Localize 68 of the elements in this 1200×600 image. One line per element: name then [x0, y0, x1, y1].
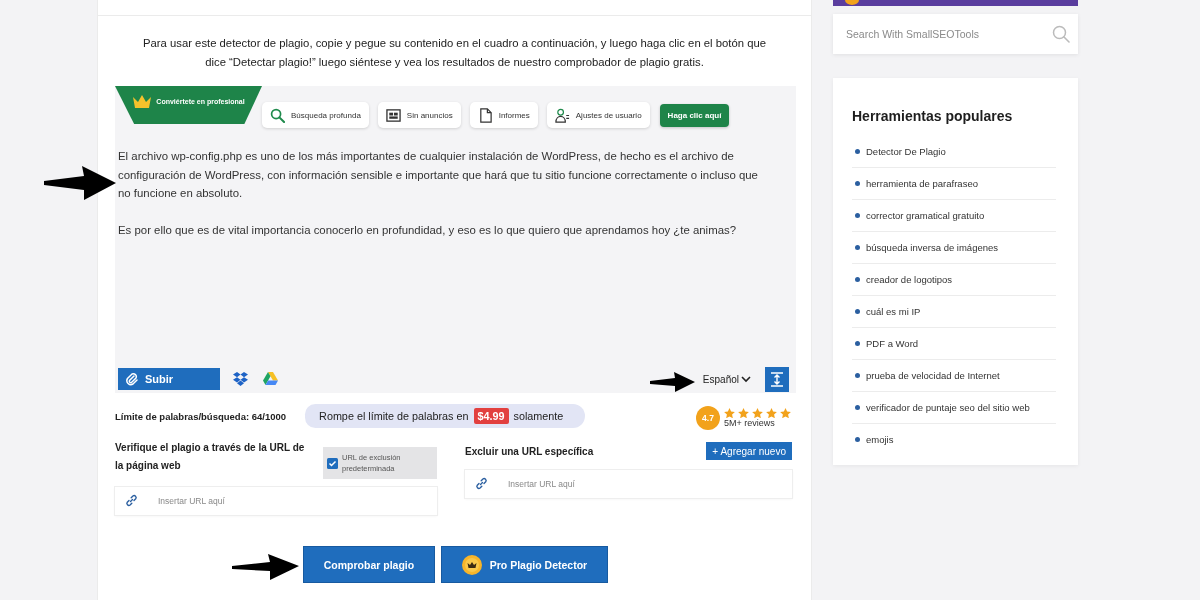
text-input-area[interactable]: El archivo wp-config.php es uno de los más importantes de cualquier instalación de WordPress, de hecho es el archivo de configuración de WordPress, con información sensible e importante que hará que tu sitio funcione correctamente o incluso que no funcione en absoluto. Es por ello que es de vital importancia conocerlo en profundidad, y eso es lo que quiero que aprendamos hoy ¿te animas?: [115, 139, 796, 365]
grid-icon: [385, 107, 401, 123]
add-new-button[interactable]: + Agregar nuevo: [706, 442, 792, 460]
document-icon: [477, 107, 493, 123]
checkbox[interactable]: [327, 457, 338, 469]
star-icon: [752, 407, 763, 419]
upload-button[interactable]: Subir: [118, 368, 220, 390]
offer-text: solamente: [513, 410, 564, 422]
feature-button[interactable]: Informes: [469, 102, 538, 128]
caret-icon: [741, 375, 751, 383]
check-plagiarism-button[interactable]: Comprobar plagio: [303, 546, 435, 583]
bullet-icon: [855, 405, 860, 410]
bullet-icon: [855, 341, 860, 346]
bullet-icon: [855, 277, 860, 282]
tool-link[interactable]: verificador de puntaje seo del sitio web: [866, 402, 1030, 413]
crown-icon: [461, 554, 482, 575]
feature-button[interactable]: Sin anuncios: [377, 102, 461, 128]
link-icon: [125, 494, 138, 507]
users-icon: [554, 107, 570, 123]
star-icon: [738, 407, 749, 419]
align-icon[interactable]: [765, 366, 789, 392]
upgrade-offer-pill[interactable]: Rompe el límite de palabras en $4.99 solamente: [305, 404, 586, 428]
star-icon: [780, 407, 791, 419]
tool-link[interactable]: búsqueda inversa de imágenes: [866, 242, 999, 253]
search-icon: [270, 107, 285, 123]
arrow-icon: [650, 372, 695, 392]
exclude-url-title: Excluir una URL específica: [465, 445, 594, 457]
feature-button[interactable]: Búsqueda profunda: [262, 102, 369, 128]
bullet-icon: [855, 245, 860, 250]
bullet-icon: [855, 181, 860, 186]
tool-link[interactable]: emojis: [866, 434, 894, 445]
bullet-icon: [855, 373, 860, 378]
click-here-button[interactable]: Haga clic aquí: [659, 104, 730, 127]
tool-link[interactable]: corrector gramatical gratuito: [866, 210, 985, 221]
star-icon: [724, 407, 735, 419]
bullet-icon: [855, 437, 860, 442]
tool-link[interactable]: creador de logotipos: [866, 274, 953, 285]
word-limit-text: Límite de palabras/búsqueda: 64/1000: [115, 410, 287, 422]
reviews-count: 5M+ reviews: [724, 418, 775, 429]
url-input-field[interactable]: Insertar URL aquí: [465, 470, 792, 498]
pro-detector-button[interactable]: Pro Plagio Detector: [441, 546, 608, 583]
tool-link[interactable]: herramienta de parafraseo: [866, 178, 978, 189]
bullet-icon: [855, 309, 860, 314]
tool-link[interactable]: PDF a Word: [866, 338, 919, 349]
arrow-icon: [44, 165, 116, 201]
offer-text: Rompe el límite de palabras en: [319, 410, 469, 422]
paperclip-icon: [126, 372, 138, 386]
bullet-icon: [855, 149, 860, 154]
tool-link[interactable]: Detector De Plagio: [866, 146, 946, 157]
arrow-icon: [232, 554, 299, 580]
url-input-field[interactable]: Insertar URL aquí: [115, 487, 437, 515]
card-heading: Herramientas populares: [852, 107, 1014, 126]
tool-link[interactable]: prueba de velocidad de Internet: [866, 370, 1000, 381]
box-icon[interactable]: [233, 372, 248, 386]
url-check-title: Verifique el plagio a través de la URL de la página web: [115, 441, 306, 473]
search-field[interactable]: Search With SmallSEOTools: [833, 14, 1078, 54]
feature-button[interactable]: Ajustes de usuario: [546, 102, 650, 128]
link-icon: [475, 477, 488, 490]
crown-icon: [132, 94, 153, 109]
instructions-text: Para usar este detector de plagio, copie y pegue su contenido en el cuadro a continuación, y luego haga clic en el botón que dice “Detectar plagio!” luego siéntese y vea los resultados de nuestro comprobador de plagio gratis.: [142, 36, 767, 70]
bullet-icon: [855, 213, 860, 218]
score-badge: 4.7: [696, 406, 720, 430]
price-badge: $4.99: [473, 408, 509, 424]
star-icon: [766, 407, 777, 419]
triangle-icon[interactable]: [263, 372, 278, 386]
language-dropdown[interactable]: Español: [702, 373, 751, 385]
coin-icon: [845, 0, 859, 5]
tool-link[interactable]: cuál es mi IP: [866, 306, 921, 317]
